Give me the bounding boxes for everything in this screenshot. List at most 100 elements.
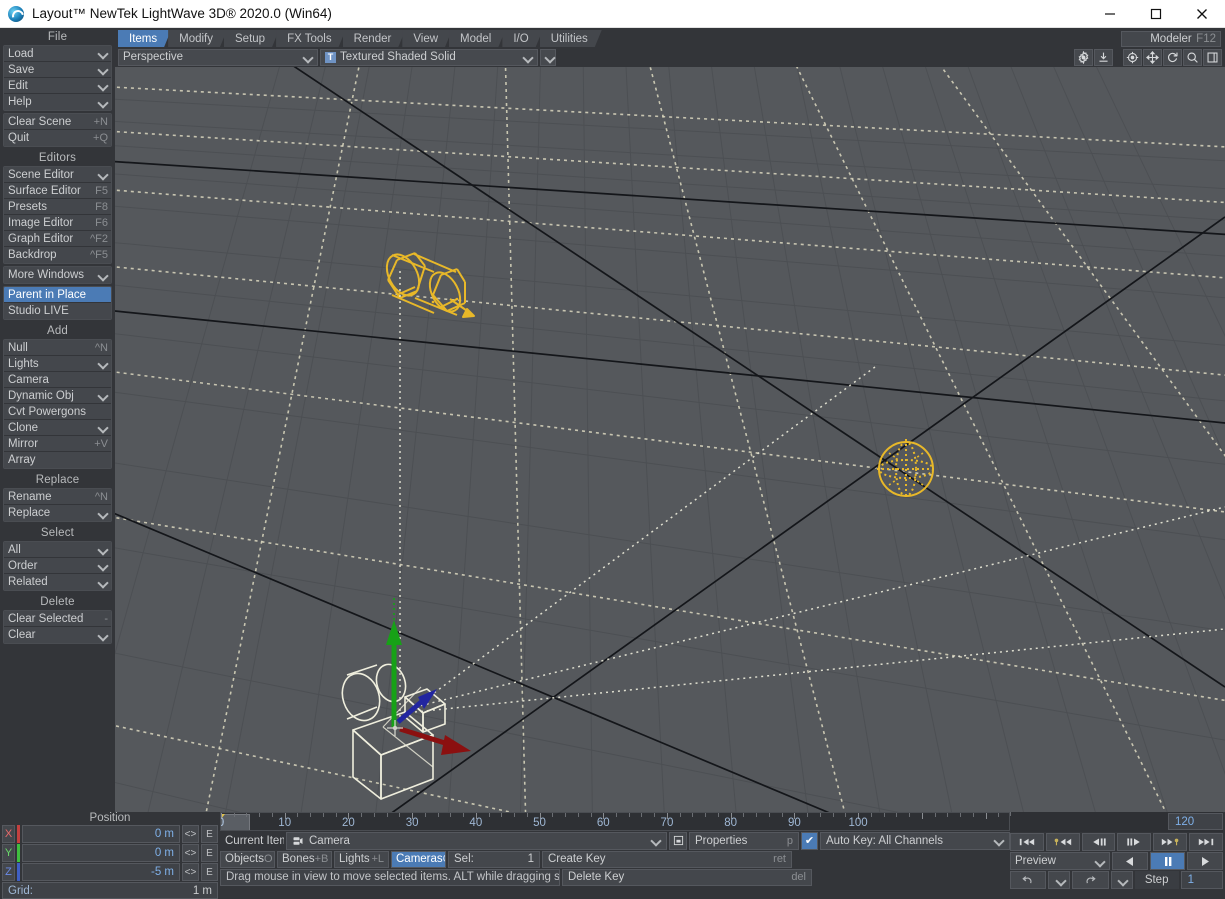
target-icon[interactable] bbox=[1123, 49, 1142, 66]
autokey-checkbox[interactable]: ✔ bbox=[801, 832, 818, 849]
autokey-select[interactable]: Auto Key: All Channels bbox=[820, 832, 1010, 849]
skip-to-start-button[interactable] bbox=[1010, 833, 1044, 851]
close-icon[interactable] bbox=[1179, 0, 1225, 28]
filter-button-lights[interactable]: Lights+L bbox=[334, 851, 389, 868]
shading-mode-select[interactable]: T Textured Shaded Solid bbox=[320, 49, 538, 66]
perspective-viewport[interactable] bbox=[115, 67, 1225, 886]
sidebar-item-clear[interactable]: Clear bbox=[4, 627, 111, 643]
sidebar-item-clear-scene[interactable]: Clear Scene+N bbox=[4, 114, 111, 130]
tab-view[interactable]: View bbox=[402, 30, 452, 47]
sidebar-item-rename[interactable]: Rename^N bbox=[4, 489, 111, 505]
grid-row[interactable]: Grid: 1 m bbox=[2, 882, 218, 899]
sidebar-item-dynamic-obj[interactable]: Dynamic Obj bbox=[4, 388, 111, 404]
filter-button-objects[interactable]: ObjectsO bbox=[220, 851, 275, 868]
sidebar-item-related[interactable]: Related bbox=[4, 574, 111, 590]
tab-setup[interactable]: Setup bbox=[224, 30, 279, 47]
save-layout-icon[interactable] bbox=[1094, 49, 1113, 66]
create-key-button[interactable]: Create Key ret bbox=[542, 851, 792, 868]
tab-utilities[interactable]: Utilities bbox=[540, 30, 602, 47]
maximize-viewport-icon[interactable] bbox=[1203, 49, 1222, 66]
axis-value-x[interactable]: 0 m bbox=[22, 825, 180, 843]
current-item-select[interactable]: Camera bbox=[286, 832, 667, 849]
sidebar-item-scene-editor[interactable]: Scene Editor bbox=[4, 167, 111, 183]
redo-dropdown[interactable] bbox=[1111, 871, 1133, 889]
step-value[interactable]: 1 bbox=[1181, 871, 1223, 889]
tab-i-o[interactable]: I/O bbox=[502, 30, 542, 47]
shading-extra-dropdown[interactable] bbox=[540, 49, 556, 66]
sidebar-item-presets[interactable]: PresetsF8 bbox=[4, 199, 111, 215]
sidebar-item-null[interactable]: Null^N bbox=[4, 340, 111, 356]
step-back-button[interactable] bbox=[1082, 833, 1116, 851]
timeline-slider[interactable]: 0 0102030405060708090100 bbox=[220, 812, 1010, 831]
play-reverse-button[interactable] bbox=[1112, 852, 1148, 870]
sidebar-item-lights[interactable]: Lights bbox=[4, 356, 111, 372]
viewport-mode-select[interactable]: Perspective bbox=[118, 49, 318, 66]
sidebar-item-camera[interactable]: Camera bbox=[4, 372, 111, 388]
sidebar-item-clear-selected[interactable]: Clear Selected- bbox=[4, 611, 111, 627]
filter-button-bones[interactable]: Bones+B bbox=[277, 851, 332, 868]
sidebar-item-save[interactable]: Save bbox=[4, 62, 111, 78]
sidebar-item-cvt-powergons[interactable]: Cvt Powergons bbox=[4, 404, 111, 420]
axis-expand-button[interactable]: <> bbox=[182, 844, 199, 862]
sidebar-item-more-windows[interactable]: More Windows bbox=[4, 267, 111, 283]
sidebar-item-order[interactable]: Order bbox=[4, 558, 111, 574]
sidebar-item-parent-in-place[interactable]: Parent in Place bbox=[4, 287, 111, 303]
axis-envelope-button[interactable]: E bbox=[201, 825, 218, 843]
rotate-icon[interactable] bbox=[1163, 49, 1182, 66]
step-forward-button[interactable] bbox=[1117, 833, 1151, 851]
sidebar-item-quit[interactable]: Quit+Q bbox=[4, 130, 111, 146]
axis-expand-button[interactable]: <> bbox=[182, 863, 199, 881]
axis-envelope-button[interactable]: E bbox=[201, 863, 218, 881]
sidebar-item-help[interactable]: Help bbox=[4, 94, 111, 110]
maximize-icon[interactable] bbox=[1133, 0, 1179, 28]
minimize-icon[interactable] bbox=[1087, 0, 1133, 28]
redo-icon[interactable] bbox=[1072, 871, 1108, 889]
play-forward-button[interactable] bbox=[1187, 852, 1223, 870]
modeler-button[interactable]: Modeler F12 bbox=[1121, 31, 1221, 47]
axis-expand-button[interactable]: <> bbox=[182, 825, 199, 843]
filter-button-cameras[interactable]: CamerasC bbox=[391, 851, 446, 868]
delete-key-button[interactable]: Delete Key del bbox=[562, 869, 812, 886]
sidebar-item-graph-editor[interactable]: Graph Editor^F2 bbox=[4, 231, 111, 247]
sidebar-item-image-editor[interactable]: Image EditorF6 bbox=[4, 215, 111, 231]
tab-render[interactable]: Render bbox=[343, 30, 406, 47]
sidebar-item-replace[interactable]: Replace bbox=[4, 505, 111, 521]
tab-items[interactable]: Items bbox=[118, 30, 171, 47]
timeline-end-segment[interactable]: 120 110120 bbox=[1010, 812, 1223, 832]
axis-color-bar bbox=[17, 844, 20, 862]
end-frame-field[interactable]: 120 bbox=[1168, 813, 1223, 830]
timeline-tick bbox=[463, 813, 464, 817]
axis-value-y[interactable]: 0 m bbox=[22, 844, 180, 862]
sidebar-item-surface-editor[interactable]: Surface EditorF5 bbox=[4, 183, 111, 199]
sidebar-item-all[interactable]: All bbox=[4, 542, 111, 558]
item-list-icon[interactable] bbox=[669, 832, 687, 849]
zoom-icon[interactable] bbox=[1183, 49, 1202, 66]
move-icon[interactable] bbox=[1143, 49, 1162, 66]
sidebar-item-edit[interactable]: Edit bbox=[4, 78, 111, 94]
sidebar-item-studio-live[interactable]: Studio LIVE bbox=[4, 303, 111, 319]
preview-select[interactable]: Preview bbox=[1010, 852, 1110, 870]
sidebar-item-clone[interactable]: Clone bbox=[4, 420, 111, 436]
prev-key-button[interactable] bbox=[1046, 833, 1080, 851]
axis-envelope-button[interactable]: E bbox=[201, 844, 218, 862]
gear-icon[interactable] bbox=[1074, 49, 1093, 66]
sidebar-item-label: Edit bbox=[8, 80, 95, 92]
undo-step-row: Step 1 bbox=[1010, 871, 1223, 889]
tab-modify[interactable]: Modify bbox=[168, 30, 227, 47]
pause-button[interactable] bbox=[1150, 852, 1186, 870]
timeline-tick bbox=[884, 813, 885, 817]
sidebar-item-label: Clone bbox=[8, 422, 95, 434]
tab-fx-tools[interactable]: FX Tools bbox=[276, 30, 346, 47]
axis-value-z[interactable]: -5 m bbox=[22, 863, 180, 881]
sidebar-item-load[interactable]: Load bbox=[4, 46, 111, 62]
tab-model[interactable]: Model bbox=[449, 30, 505, 47]
timeline-tick bbox=[578, 813, 579, 817]
skip-to-end-button[interactable] bbox=[1189, 833, 1223, 851]
undo-dropdown[interactable] bbox=[1048, 871, 1070, 889]
sidebar-item-array[interactable]: Array bbox=[4, 452, 111, 468]
sidebar-item-backdrop[interactable]: Backdrop^F5 bbox=[4, 247, 111, 263]
sidebar-item-mirror[interactable]: Mirror+V bbox=[4, 436, 111, 452]
undo-icon[interactable] bbox=[1010, 871, 1046, 889]
next-key-button[interactable] bbox=[1153, 833, 1187, 851]
properties-button[interactable]: Properties p bbox=[689, 832, 799, 849]
